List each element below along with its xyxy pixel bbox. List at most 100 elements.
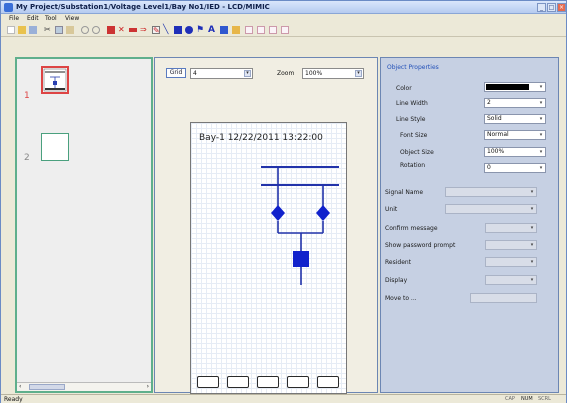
- zoom-out-icon[interactable]: [92, 26, 100, 34]
- format-icon-1[interactable]: [245, 26, 253, 34]
- flag-icon[interactable]: ⚑: [196, 26, 204, 35]
- chevron-down-icon[interactable]: ▾: [538, 116, 544, 122]
- chevron-down-icon[interactable]: ▾: [538, 132, 544, 138]
- menu-file[interactable]: File: [9, 15, 19, 22]
- scroll-thumb[interactable]: [29, 384, 65, 390]
- page-thumbnail-pane: 1 2 ‹ ›: [15, 57, 153, 393]
- grid-button[interactable]: Grid: [166, 68, 186, 78]
- single-line-diagram[interactable]: [191, 123, 346, 373]
- zoom-in-icon[interactable]: [81, 26, 89, 34]
- zoom-select[interactable]: 100% ▾: [302, 68, 364, 79]
- delete-icon[interactable]: [107, 26, 115, 34]
- menu-tool[interactable]: Tool: [45, 15, 57, 22]
- properties-title: Object Properties: [387, 64, 439, 71]
- color-label: Color: [396, 85, 412, 92]
- line-style-label: Line Style: [396, 116, 426, 123]
- chevron-down-icon[interactable]: ▾: [529, 189, 535, 195]
- font-size-value: Normal: [487, 131, 509, 138]
- rotation-select[interactable]: 0 ▾: [484, 163, 546, 173]
- color-select[interactable]: ▾: [484, 82, 546, 92]
- object-size-value: 100%: [487, 148, 505, 155]
- format-icon-3[interactable]: [269, 26, 277, 34]
- signal-name-select[interactable]: ▾: [445, 187, 537, 197]
- zoom-value: 100%: [305, 70, 323, 77]
- chevron-down-icon[interactable]: ▾: [538, 149, 544, 155]
- line-width-select[interactable]: 2 ▾: [484, 98, 546, 108]
- window-title: My Project/Substation1/Voltage Level1/Ba…: [16, 3, 270, 11]
- status-bar: Ready CAP NUM SCRL: [1, 394, 566, 403]
- maximize-button[interactable]: □: [547, 3, 556, 12]
- app-window: My Project/Substation1/Voltage Level1/Ba…: [0, 0, 567, 403]
- font-size-select[interactable]: Normal ▾: [484, 130, 546, 140]
- object-size-select[interactable]: 100% ▾: [484, 147, 546, 157]
- grid-select[interactable]: 4 ▾: [190, 68, 253, 79]
- page-thumbnail-1[interactable]: [41, 66, 69, 94]
- line-icon[interactable]: ╲: [163, 26, 171, 35]
- move-to-label: Move to ...: [385, 295, 417, 302]
- confirm-message-select[interactable]: ▾: [485, 223, 537, 233]
- page-number-2: 2: [24, 153, 30, 163]
- line-red-icon[interactable]: [129, 28, 137, 32]
- circuit-breaker: [293, 251, 309, 267]
- chevron-down-icon[interactable]: ▾: [529, 259, 535, 265]
- horizontal-scrollbar[interactable]: ‹ ›: [17, 382, 151, 391]
- move-to-field[interactable]: [470, 293, 537, 303]
- rectangle-icon[interactable]: [174, 26, 182, 34]
- pencil-icon[interactable]: ✎: [152, 26, 160, 35]
- format-icon-4[interactable]: [281, 26, 289, 34]
- resident-select[interactable]: ▾: [485, 257, 537, 267]
- format-icon-2[interactable]: [257, 26, 265, 34]
- chevron-down-icon[interactable]: ▾: [529, 206, 535, 212]
- resident-label: Resident: [385, 259, 412, 266]
- grid-value: 4: [193, 70, 197, 77]
- disconnector-left: [271, 205, 285, 221]
- line-style-select[interactable]: Solid ▾: [484, 114, 546, 124]
- unit-select[interactable]: ▾: [445, 204, 537, 214]
- function-key-2[interactable]: [227, 376, 249, 388]
- page-thumbnail-1-preview: [43, 68, 67, 92]
- cross-icon[interactable]: ✕: [118, 26, 126, 34]
- password-prompt-select[interactable]: ▾: [485, 240, 537, 250]
- chevron-down-icon[interactable]: ▾: [538, 84, 544, 90]
- menu-edit[interactable]: Edit: [27, 15, 39, 22]
- function-key-1[interactable]: [197, 376, 219, 388]
- image-icon[interactable]: [220, 26, 228, 34]
- font-size-label: Font Size: [400, 132, 428, 139]
- menu-bar: File Edit Tool View: [1, 14, 566, 23]
- display-select[interactable]: ▾: [485, 275, 537, 285]
- chevron-down-icon[interactable]: ▾: [244, 70, 251, 77]
- minimize-button[interactable]: _: [537, 3, 546, 12]
- align-icon[interactable]: [232, 26, 240, 34]
- caps-lock-indicator: CAP: [505, 396, 515, 402]
- lcd-device-frame: Bay-1 12/22/2011 13:22:00: [190, 122, 347, 394]
- function-key-3[interactable]: [257, 376, 279, 388]
- arrow-icon[interactable]: ⇒: [140, 26, 148, 34]
- scroll-left-icon[interactable]: ‹: [19, 383, 21, 390]
- text-icon[interactable]: A: [208, 26, 216, 35]
- page-thumbnail-2[interactable]: [41, 133, 69, 161]
- paste-icon[interactable]: [66, 26, 74, 34]
- line-width-label: Line Width: [396, 100, 428, 107]
- lcd-screen[interactable]: Bay-1 12/22/2011 13:22:00: [191, 123, 346, 393]
- save-icon[interactable]: [29, 26, 37, 34]
- scroll-lock-indicator: SCRL: [538, 396, 551, 402]
- close-button[interactable]: ×: [557, 3, 566, 12]
- copy-icon[interactable]: [55, 26, 63, 34]
- function-key-4[interactable]: [287, 376, 309, 388]
- confirm-message-label: Confirm message: [385, 225, 438, 232]
- scroll-right-icon[interactable]: ›: [147, 383, 149, 390]
- cut-icon[interactable]: ✂: [44, 26, 52, 34]
- color-swatch: [486, 84, 529, 90]
- new-icon[interactable]: [7, 26, 15, 34]
- open-icon[interactable]: [18, 26, 26, 34]
- chevron-down-icon[interactable]: ▾: [538, 100, 544, 106]
- chevron-down-icon[interactable]: ▾: [529, 225, 535, 231]
- menu-view[interactable]: View: [65, 15, 79, 22]
- circle-icon[interactable]: [185, 26, 193, 34]
- function-key-5[interactable]: [317, 376, 339, 388]
- chevron-down-icon[interactable]: ▾: [355, 70, 362, 77]
- chevron-down-icon[interactable]: ▾: [529, 277, 535, 283]
- chevron-down-icon[interactable]: ▾: [529, 242, 535, 248]
- chevron-down-icon[interactable]: ▾: [538, 165, 544, 171]
- title-bar: My Project/Substation1/Voltage Level1/Ba…: [1, 1, 566, 14]
